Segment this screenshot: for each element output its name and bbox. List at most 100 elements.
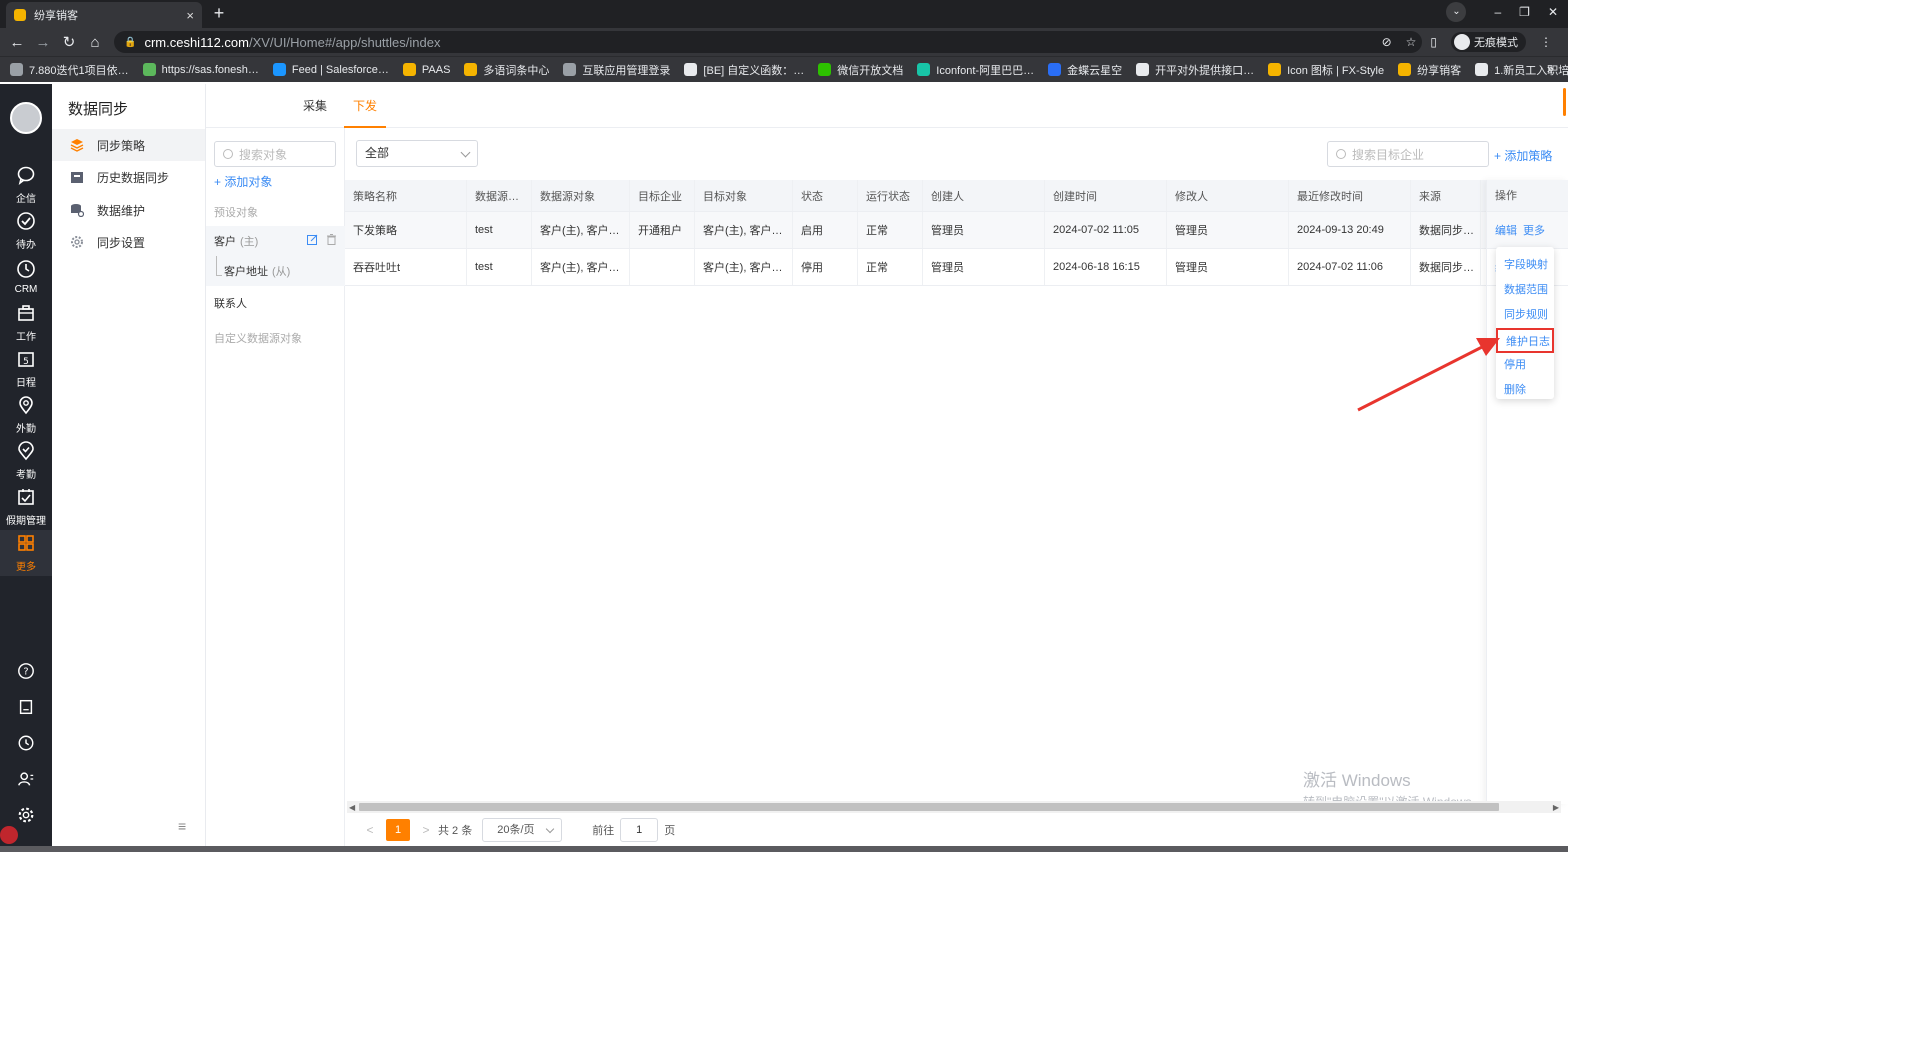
edit-icon[interactable] — [307, 234, 318, 245]
kebab-menu-icon[interactable]: ⋮ — [1540, 35, 1552, 49]
menu-item-delete[interactable]: 删除 — [1496, 378, 1554, 403]
bookmark-item[interactable]: https://sas.fonesh… — [142, 63, 259, 76]
column-header[interactable]: 最近修改时间 — [1289, 180, 1411, 211]
menu-item-disable[interactable]: 停用 — [1496, 353, 1554, 378]
eye-off-icon[interactable]: ⊘ — [1382, 35, 1392, 49]
rail-item-8[interactable]: 更多 — [0, 530, 52, 576]
recent-clock-icon[interactable] — [0, 726, 52, 760]
column-header[interactable]: 目标对象 — [695, 180, 793, 211]
reload-icon[interactable]: ↻ — [56, 33, 82, 51]
module-nav-item-3[interactable]: 同步设置 — [52, 226, 205, 258]
menu-item-field-mapping[interactable]: 字段映射 — [1496, 253, 1554, 278]
column-header[interactable]: 数据源对象 — [532, 180, 630, 211]
bookmark-item[interactable]: 开平对外提供接口… — [1136, 62, 1254, 78]
column-header[interactable]: 状态 — [793, 180, 858, 211]
user-avatar[interactable] — [10, 102, 42, 134]
column-header[interactable]: 策略名称 — [345, 180, 467, 211]
column-header[interactable]: 数据源… — [467, 180, 532, 211]
notification-dot[interactable] — [0, 826, 18, 844]
minimize-icon[interactable]: – — [1494, 5, 1501, 19]
help-icon[interactable]: ? — [0, 654, 52, 688]
scrollbar-thumb[interactable] — [359, 803, 1499, 811]
column-header[interactable]: 运行状态 — [858, 180, 923, 211]
more-button[interactable]: 更多 — [1523, 222, 1545, 238]
bookmark-item[interactable]: 纷享销客 — [1398, 62, 1461, 78]
module-nav-item-1[interactable]: 历史数据同步 — [52, 161, 205, 193]
page-size-select[interactable]: 20条/页 — [482, 818, 563, 842]
module-nav-item-2[interactable]: 数据维护 — [52, 194, 205, 226]
tab-distribute[interactable]: 下发 — [344, 84, 386, 128]
goto-page-input[interactable]: 1 — [620, 818, 659, 842]
target-company-search-input[interactable]: 搜索目标企业 — [1327, 141, 1489, 167]
notes-icon[interactable] — [0, 690, 52, 724]
column-header[interactable]: 创建时间 — [1045, 180, 1167, 211]
rail-item-4[interactable]: 5 日程 — [0, 346, 52, 392]
bookmarks-overflow-icon[interactable]: » — [1547, 61, 1554, 76]
bookmark-item[interactable]: 微信开放文档 — [818, 62, 903, 78]
rail-item-1[interactable]: 待办 — [0, 208, 52, 254]
forward-icon[interactable]: → — [30, 34, 56, 51]
contacts-icon[interactable] — [0, 762, 52, 796]
scroll-left-arrow-icon[interactable]: ◀ — [349, 803, 355, 812]
bookmark-item[interactable]: Feed | Salesforce… — [272, 63, 389, 76]
rail-item-7[interactable]: 假期管理 — [0, 484, 52, 530]
bookmark-item[interactable]: [BE] 自定义函数：… — [684, 62, 804, 78]
bookmark-item[interactable]: 互联应用管理登录 — [563, 62, 670, 78]
edit-button[interactable]: 编辑 — [1495, 222, 1517, 238]
home-icon[interactable]: ⌂ — [82, 34, 108, 51]
collapse-nav-icon[interactable]: ≡ — [178, 818, 186, 834]
current-page-button[interactable]: 1 — [386, 819, 410, 841]
table-cell-text: 开通租户 — [638, 225, 682, 237]
address-bar[interactable]: 🔒 crm.ceshi112.com/XV/UI/Home#/app/shutt… — [114, 31, 1422, 53]
module-nav-item-0[interactable]: 同步策略 — [52, 129, 205, 161]
status-filter-select[interactable]: 全部 — [356, 140, 478, 167]
bookmark-item[interactable]: 1.新员工入职培训… — [1475, 62, 1568, 78]
lock-icon[interactable]: 🔒 — [124, 37, 136, 48]
delete-trash-icon[interactable] — [326, 234, 337, 245]
incognito-badge[interactable]: 无痕模式 — [1451, 32, 1526, 52]
rail-item-3[interactable]: 工作 — [0, 300, 52, 346]
close-tab-icon[interactable]: × — [186, 8, 194, 23]
tab-collect[interactable]: 采集 — [298, 84, 332, 128]
object-search-input[interactable]: 搜索对象 — [214, 141, 336, 167]
object-item-contact[interactable]: 联系人 — [206, 288, 345, 318]
browser-tab[interactable]: 纷享销客 × — [6, 2, 202, 28]
bookmark-item[interactable]: Iconfont-阿里巴巴… — [917, 62, 1034, 78]
bookmark-item[interactable]: 金蝶云星空 — [1048, 62, 1122, 78]
prev-page-button[interactable]: < — [358, 823, 382, 837]
side-panel-icon[interactable]: ▯ — [1430, 35, 1437, 49]
tab-search-icon[interactable]: ⌄ — [1446, 2, 1467, 22]
add-strategy-button[interactable]: + 添加策略 — [1494, 147, 1552, 164]
bookmark-star-icon[interactable]: ☆ — [1406, 35, 1417, 49]
horizontal-scrollbar[interactable]: ◀ ▶ — [347, 801, 1561, 813]
object-item-customer[interactable]: 客户 (主) — [206, 226, 345, 256]
rail-item-5[interactable]: 外勤 — [0, 392, 52, 438]
table-row[interactable]: 下发策略 test 客户(主), 客户… 开通租户 客户(主), 客户… 启用 正常 管理员 2… — [345, 212, 1561, 249]
column-header[interactable]: 来源 — [1411, 180, 1481, 211]
menu-item-maintenance-log[interactable]: 维护日志 — [1496, 328, 1554, 353]
bookmark-item[interactable]: Icon 图标 | FX-Style — [1268, 62, 1384, 78]
rail-item-2[interactable]: CRM — [0, 254, 52, 300]
scroll-right-arrow-icon[interactable]: ▶ — [1553, 803, 1559, 812]
menu-item-sync-rules[interactable]: 同步规则 — [1496, 303, 1554, 328]
menu-item-data-scope[interactable]: 数据范围 — [1496, 278, 1554, 303]
restore-icon[interactable]: ❐ — [1519, 5, 1530, 19]
next-page-button[interactable]: > — [414, 823, 438, 837]
table-row[interactable]: 吞吞吐吐t test 客户(主), 客户… 客户(主), 客户… 停用 正常 管理员 2024… — [345, 249, 1561, 286]
column-header-label: 状态 — [801, 190, 823, 203]
close-window-icon[interactable]: ✕ — [1548, 5, 1558, 19]
table-cell-text: 管理员 — [931, 262, 964, 274]
bookmark-item[interactable]: 7.880迭代1项目依… — [10, 62, 129, 78]
bookmark-item[interactable]: 多语词条中心 — [464, 62, 549, 78]
new-tab-button[interactable]: + — [208, 4, 230, 24]
column-header[interactable]: 目标企业 — [630, 180, 695, 211]
column-header[interactable]: 创建人 — [923, 180, 1045, 211]
column-header[interactable]: 修改人 — [1167, 180, 1289, 211]
rail-item-0[interactable]: 企信 — [0, 162, 52, 208]
add-object-button[interactable]: + 添加对象 — [214, 173, 272, 190]
object-item-customer-address[interactable]: 客户地址 (从) — [206, 256, 345, 286]
table-cell-text: 2024-09-13 20:49 — [1297, 224, 1384, 236]
back-icon[interactable]: ← — [4, 34, 30, 51]
bookmark-item[interactable]: PAAS — [402, 63, 450, 76]
rail-item-6[interactable]: 考勤 — [0, 438, 52, 484]
